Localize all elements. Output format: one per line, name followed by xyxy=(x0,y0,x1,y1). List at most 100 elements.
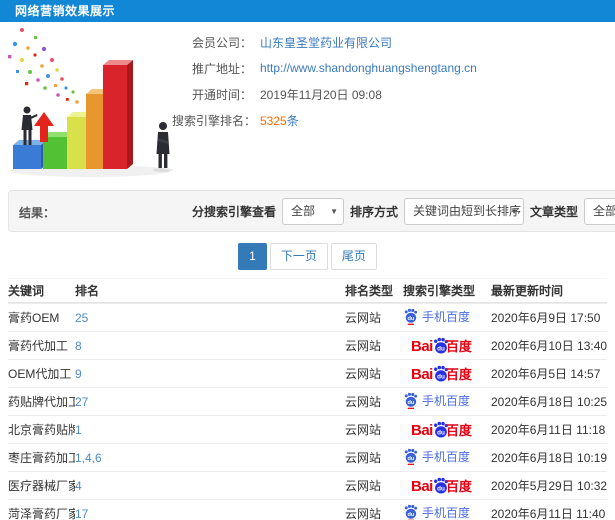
rank-cell: 17 xyxy=(75,507,337,520)
rank-type-cell: 云网站 xyxy=(345,367,382,381)
rank-cell: 8 xyxy=(75,339,337,353)
svg-text:du: du xyxy=(437,485,445,492)
table-row: 药贴牌代加工 27 云网站 du 手机百度 2020年6月18日 10:25 xyxy=(8,387,607,415)
keyword-cell: 枣庄膏药加工 xyxy=(8,451,75,465)
mobile-baidu-logo: du 手机百度 xyxy=(403,448,470,465)
baidu-logo-cn: 百度 xyxy=(445,367,472,382)
mobile-baidu-logo: du 手机百度 xyxy=(403,504,470,520)
info-row-rank-count: 搜索引擎排名： 5325条 xyxy=(172,112,477,128)
engine-cell: Bai du 百度 xyxy=(395,477,483,494)
table-body: 膏药OEM 25 云网站 du 手机百度 2020年6月9日 17:50 膏药代加工 8 云网站… xyxy=(8,303,607,520)
header-engine-type: 搜索引擎类型 xyxy=(403,284,476,298)
rank-count-unit-link[interactable]: 条 xyxy=(287,114,299,128)
rank-link[interactable]: 27 xyxy=(75,395,88,409)
filter-controls: 分搜索引擎查看 全部 ▼ 排序方式 关键词由短到长排序 ▼ 文章类型 全部 ▼ … xyxy=(190,198,615,225)
company-link[interactable]: 山东皇圣堂药业有限公司 xyxy=(260,34,392,51)
engine-cell: du 手机百度 xyxy=(395,392,483,412)
filter-panel: 结果： 分搜索引擎查看 全部 ▼ 排序方式 关键词由短到长排序 ▼ 文章类型 全… xyxy=(8,190,615,232)
rank-link[interactable]: 4 xyxy=(75,479,82,493)
keyword-cell: 膏药OEM xyxy=(8,311,60,325)
next-page-button[interactable]: 下一页 xyxy=(269,243,328,270)
updated-cell: 2020年5月29日 10:32 xyxy=(491,479,607,493)
pagination: 1 下一页 尾页 xyxy=(0,243,615,270)
baidu-logo-bai: Bai xyxy=(411,422,433,438)
info-section: 会员公司： 山东皇圣堂药业有限公司 推广地址： http://www.shand… xyxy=(0,22,615,190)
svg-text:du: du xyxy=(408,511,415,517)
mobile-baidu-logo: du 手机百度 xyxy=(403,392,470,409)
company-label: 会员公司： xyxy=(191,35,252,50)
svg-text:du: du xyxy=(408,455,415,461)
engine-filter-label: 分搜索引擎查看 xyxy=(192,205,277,219)
info-row-company: 会员公司： 山东皇圣堂药业有限公司 xyxy=(172,34,477,50)
title-bar: 网络营销效果展示 xyxy=(0,0,615,22)
rank-link[interactable]: 8 xyxy=(75,339,82,353)
article-type-select[interactable]: 全部 ▼ xyxy=(584,198,615,225)
results-table: 关键词 排名 排名类型 搜索引擎类型 最新更新时间 膏药OEM 25 云网站 du 手机… xyxy=(8,278,607,520)
rank-cell: 4 xyxy=(75,479,337,493)
page-1-button[interactable]: 1 xyxy=(238,243,267,270)
info-row-url: 推广地址： http://www.shandonghuangshengtang.… xyxy=(172,60,477,76)
rank-cell: 1 xyxy=(75,423,337,437)
sort-select[interactable]: 关键词由短到长排序 ▼ xyxy=(404,198,525,225)
keyword-cell: 膏药代加工 xyxy=(8,339,69,353)
keyword-cell: 医疗器械厂家 xyxy=(8,479,75,493)
baidu-logo: Bai du 百度 xyxy=(411,337,472,354)
updated-cell: 2020年6月10日 13:40 xyxy=(491,339,607,353)
baidu-logo-bai: Bai xyxy=(411,338,433,354)
svg-text:du: du xyxy=(437,429,445,436)
hero-graphic xyxy=(8,28,173,177)
rank-link[interactable]: 1 xyxy=(75,423,82,437)
chevron-down-icon: ▼ xyxy=(330,207,339,216)
engine-cell: Bai du 百度 xyxy=(395,365,483,382)
open-time-label: 开通时间： xyxy=(191,87,252,102)
rank-type-cell: 云网站 xyxy=(345,451,382,465)
engine-cell: du 手机百度 xyxy=(395,448,483,468)
updated-cell: 2020年6月11日 11:40 xyxy=(491,507,606,520)
last-page-button[interactable]: 尾页 xyxy=(330,243,377,270)
info-row-open-time: 开通时间： 2019年11月20日 09:08 xyxy=(172,86,477,102)
svg-text:du: du xyxy=(408,315,415,321)
rank-type-cell: 云网站 xyxy=(345,423,382,437)
header-rank-type: 排名类型 xyxy=(345,284,394,298)
svg-text:du: du xyxy=(408,399,415,405)
rank-link[interactable]: 1,4,6 xyxy=(75,451,102,465)
table-row: 菏泽膏药厂家 17 云网站 du 手机百度 2020年6月11日 11:40 xyxy=(8,499,607,520)
rank-link[interactable]: 17 xyxy=(75,507,88,520)
rank-type-cell: 云网站 xyxy=(345,311,382,325)
baidu-paw-icon: du xyxy=(404,308,418,325)
rank-cell: 1,4,6 xyxy=(75,451,337,465)
table-row: OEM代加工 9 云网站 Bai du 百度 2020年6月5日 14:57 xyxy=(8,359,607,387)
updated-cell: 2020年6月9日 17:50 xyxy=(491,311,601,325)
rank-type-cell: 云网站 xyxy=(345,395,382,409)
updated-cell: 2020年6月11日 11:18 xyxy=(491,423,606,437)
engine-select[interactable]: 全部 ▼ xyxy=(282,198,345,225)
article-type-label: 文章类型 xyxy=(530,205,579,219)
promo-url-label: 推广地址： xyxy=(191,61,252,76)
mobile-baidu-label: 手机百度 xyxy=(422,309,471,324)
mobile-baidu-label: 手机百度 xyxy=(422,505,471,520)
rank-link[interactable]: 25 xyxy=(75,311,88,325)
updated-cell: 2020年6月18日 10:25 xyxy=(491,395,607,409)
rank-link[interactable]: 9 xyxy=(75,367,82,381)
engine-cell: Bai du 百度 xyxy=(395,337,483,354)
baidu-paw-icon: du xyxy=(404,392,418,409)
keyword-cell: 北京膏药贴牌 xyxy=(8,423,75,437)
table-row: 膏药代加工 8 云网站 Bai du 百度 2020年6月10日 13:40 xyxy=(8,331,607,359)
rank-type-cell: 云网站 xyxy=(345,479,382,493)
promo-url-link[interactable]: http://www.shandonghuangshengtang.cn xyxy=(260,61,477,75)
mobile-baidu-label: 手机百度 xyxy=(422,449,471,464)
rank-cell: 25 xyxy=(75,311,337,325)
rank-cell: 9 xyxy=(75,367,337,381)
baidu-logo-cn: 百度 xyxy=(445,339,472,354)
table-row: 枣庄膏药加工 1,4,6 云网站 du 手机百度 2020年6月18日 10:19 xyxy=(8,443,607,471)
table-row: 医疗器械厂家 4 云网站 Bai du 百度 2020年5月29日 10:32 xyxy=(8,471,607,499)
mobile-baidu-logo: du 手机百度 xyxy=(403,308,470,325)
rank-count-label: 搜索引擎排名： xyxy=(172,113,257,128)
rank-cell: 27 xyxy=(75,395,337,409)
engine-cell: du 手机百度 xyxy=(395,504,483,520)
company-info: 会员公司： 山东皇圣堂药业有限公司 推广地址： http://www.shand… xyxy=(172,34,477,138)
baidu-logo: Bai du 百度 xyxy=(411,365,472,382)
baidu-logo-bai: Bai xyxy=(411,366,433,382)
sort-filter-label: 排序方式 xyxy=(350,205,399,219)
engine-cell: du 手机百度 xyxy=(395,308,483,328)
